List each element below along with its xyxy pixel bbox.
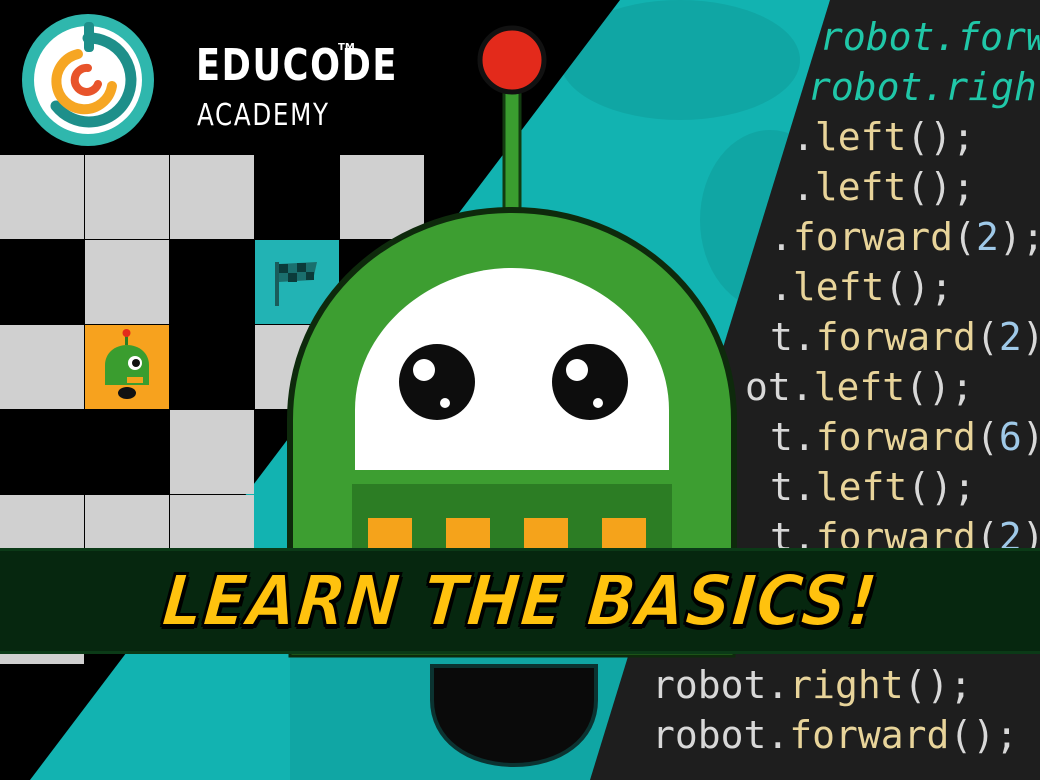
grid-cell: [0, 155, 84, 239]
logo-wordmark-educode: EDUCODE: [196, 40, 399, 91]
grid-cell: [0, 325, 84, 409]
grid-cell: [0, 410, 84, 494]
grid-cell: [85, 155, 169, 239]
robot-cell: [85, 325, 169, 409]
grid-cell: [340, 155, 424, 239]
logo-trademark: TM: [338, 42, 355, 53]
goal-cell: [255, 240, 339, 324]
grid-cell: [255, 325, 339, 409]
grid-cell: [170, 155, 254, 239]
grid-cell: [170, 240, 254, 324]
grid-cell: [0, 240, 84, 324]
grid-cell: [85, 410, 169, 494]
logo-wordmark-academy: ACADEMY: [197, 98, 330, 133]
grid-cell: [85, 240, 169, 324]
title-banner: LEARN THE BASICS!: [0, 548, 1040, 654]
banner-title: LEARN THE BASICS!: [158, 559, 882, 643]
grid-cell: [170, 410, 254, 494]
grid-cell: [255, 155, 339, 239]
educode-logo-icon: [22, 14, 154, 146]
educode-logo: EDUCODE TM ACADEMY: [20, 12, 396, 152]
robot-piece-icon: [105, 329, 149, 399]
thumbnail-canvas: robot.forw robot.righ .left(); .left(); .for…: [0, 0, 1040, 780]
checkered-flag-icon: [275, 262, 317, 306]
grid-cell: [170, 325, 254, 409]
